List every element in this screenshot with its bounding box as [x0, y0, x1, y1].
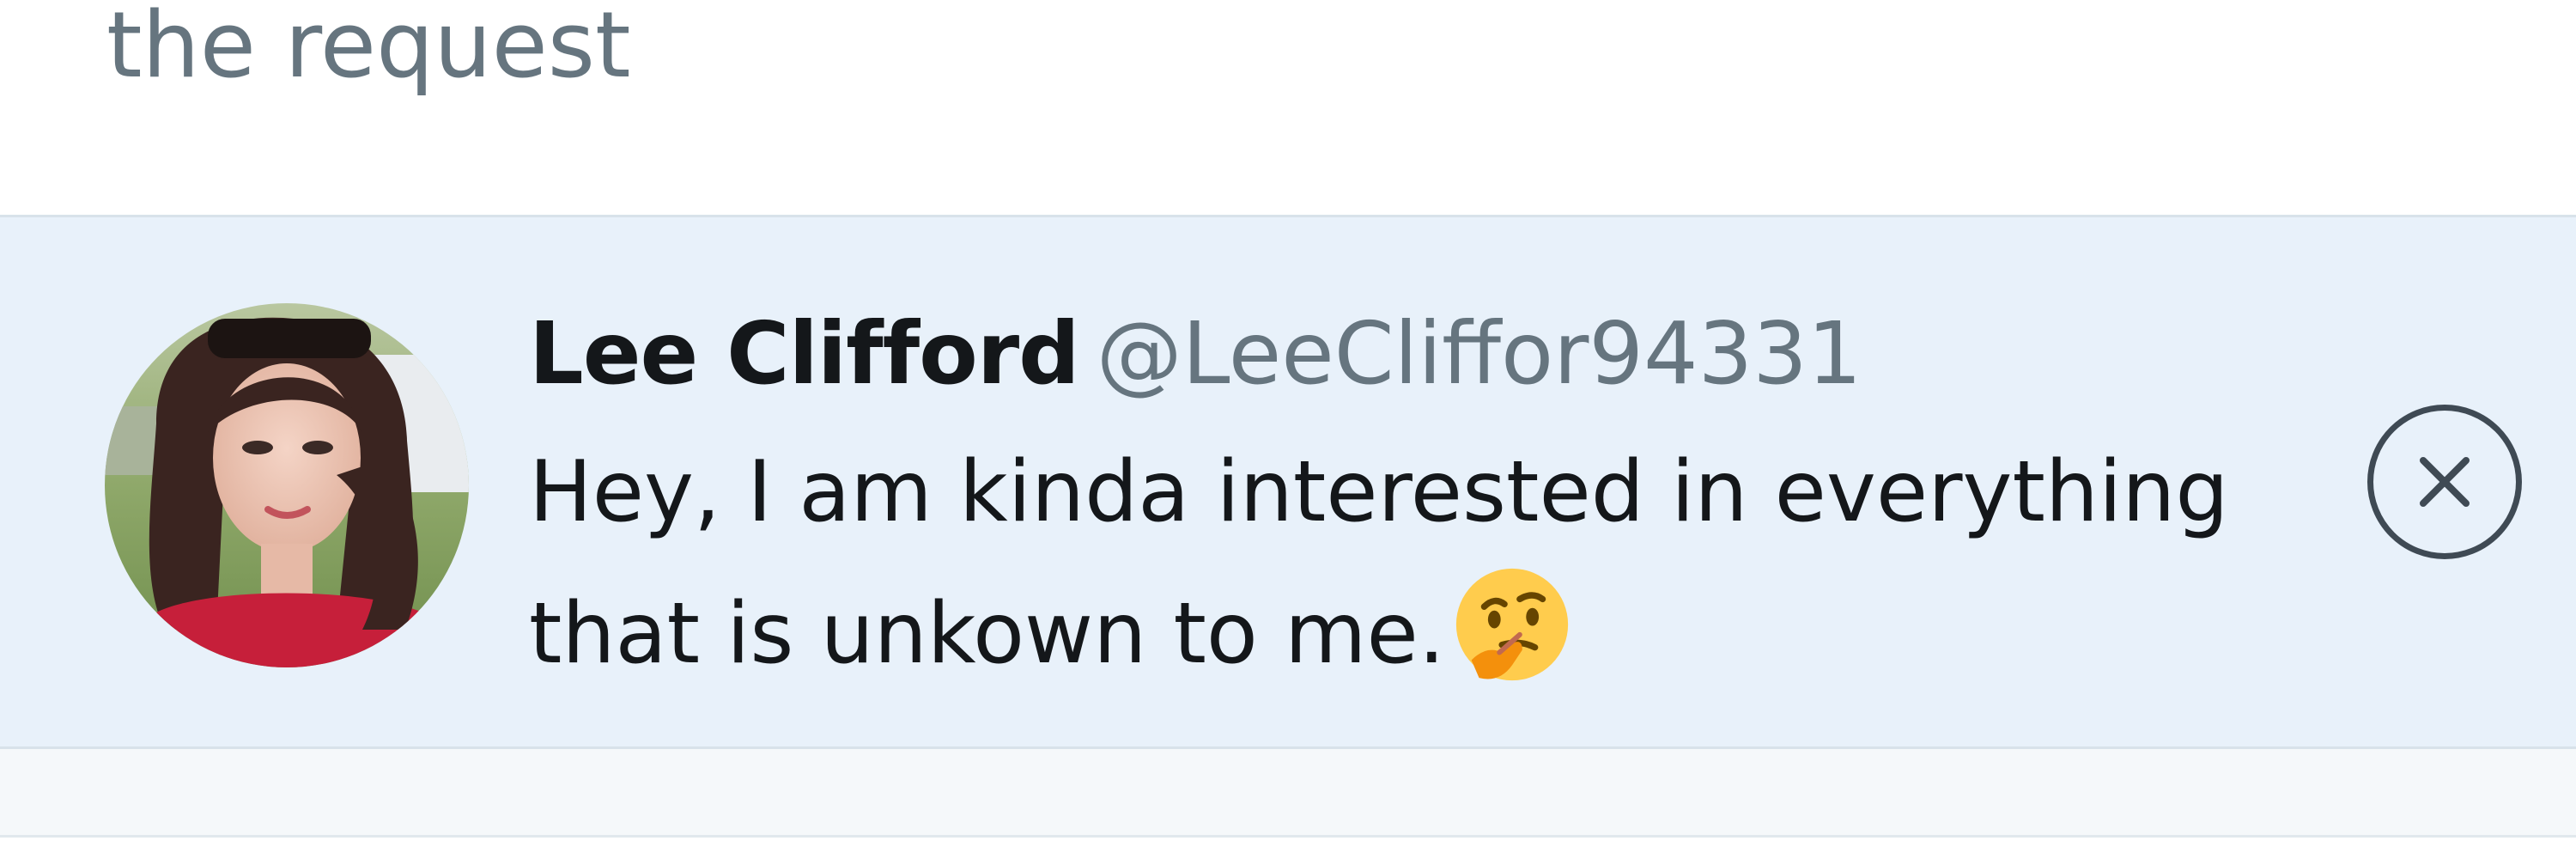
previous-reply-text: the request — [106, 0, 631, 98]
bottom-bar — [0, 749, 2576, 835]
user-handle[interactable]: @LeeCliffor94331 — [1097, 303, 1862, 404]
message-body: Hey, I am kinda interested in everything… — [529, 423, 2332, 703]
close-button[interactable] — [2367, 405, 2522, 559]
reply-notification-card[interactable]: Lee Clifford @LeeCliffor94331 Hey, I am k… — [0, 215, 2576, 749]
avatar[interactable] — [105, 303, 469, 667]
divider — [0, 835, 2576, 838]
page: the request Lee Clifford @LeeCliffor9433… — [0, 0, 2576, 859]
message-text: Hey, I am kinda interested in everything… — [529, 443, 2229, 683]
thinking-face-icon — [1449, 561, 1576, 688]
close-icon — [2420, 457, 2470, 507]
display-name[interactable]: Lee Clifford — [529, 303, 1080, 404]
author-line: Lee Clifford @LeeCliffor94331 — [529, 303, 1862, 410]
profile-photo — [105, 303, 469, 667]
